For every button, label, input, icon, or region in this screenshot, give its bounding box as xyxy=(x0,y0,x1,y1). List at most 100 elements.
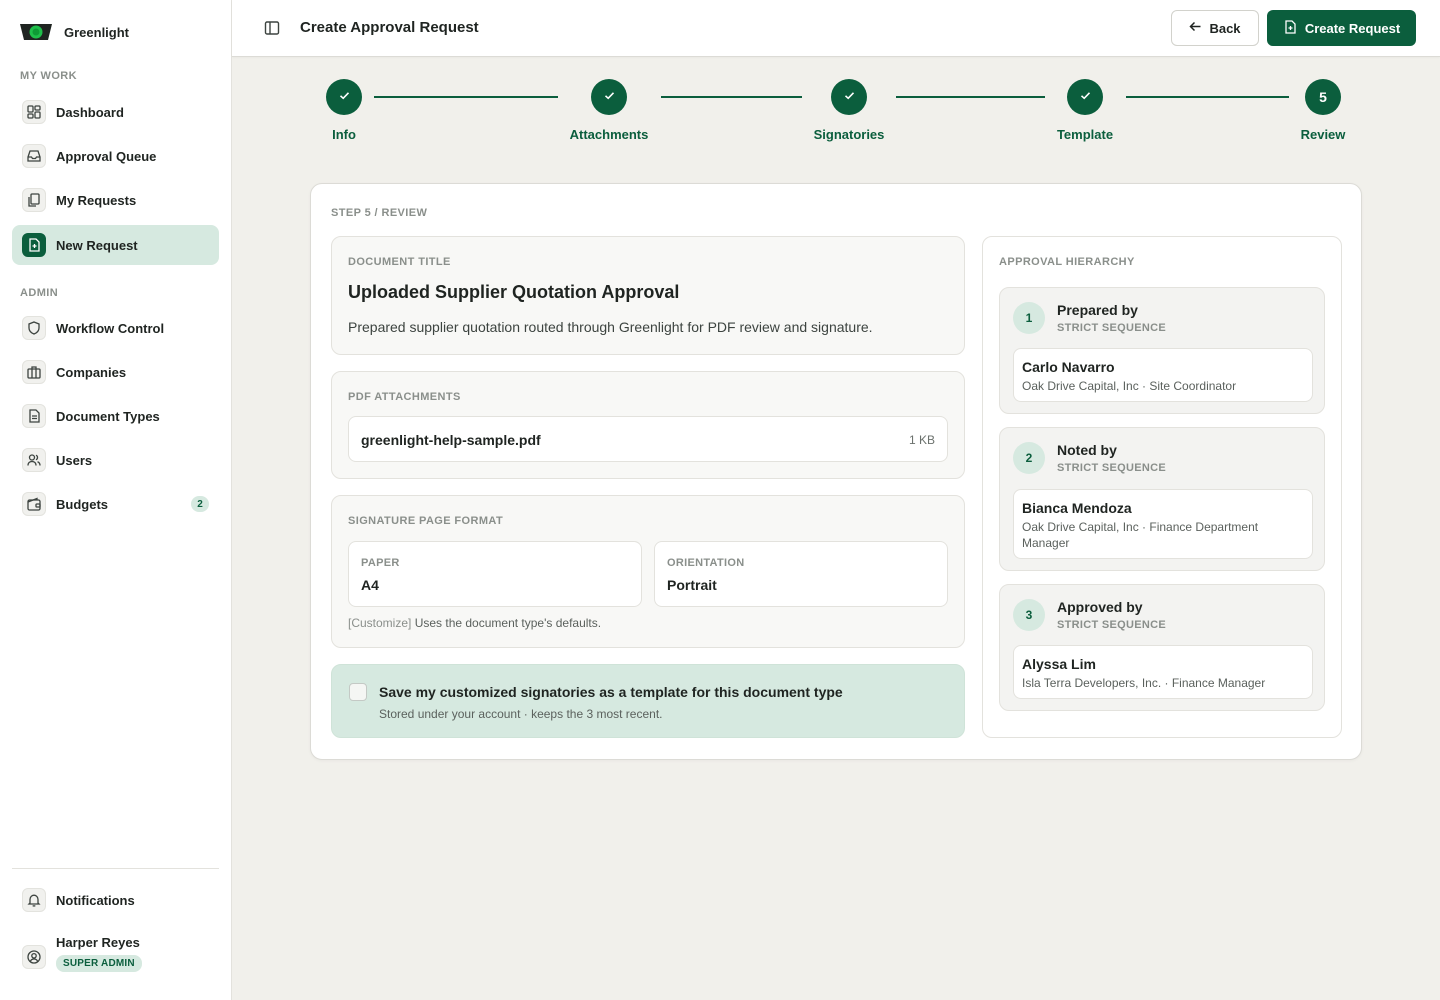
sidebar-item-label: New Request xyxy=(56,237,138,253)
tier-prepared-by: 1 Prepared by STRICT SEQUENCE Carlo Nava… xyxy=(999,287,1325,414)
check-icon xyxy=(338,89,351,105)
sidebar-item-label: My Requests xyxy=(56,192,137,208)
signer-card: Carlo Navarro Oak Drive Capital, Inc · S… xyxy=(1013,348,1313,402)
tier-noted-by: 2 Noted by STRICT SEQUENCE Bianca Mendoz… xyxy=(999,427,1325,571)
app-name: Greenlight xyxy=(64,24,130,40)
sidebar-item-workflow-control[interactable]: Workflow Control xyxy=(12,308,219,348)
sidebar-item-dashboard[interactable]: Dashboard xyxy=(12,92,219,132)
tier-title: Approved by xyxy=(1057,599,1143,615)
orientation-box: ORIENTATION Portrait xyxy=(654,541,948,607)
file-plus-icon xyxy=(1283,19,1297,37)
sidebar-item-label: Budgets xyxy=(56,496,108,512)
step-template-label[interactable]: Template xyxy=(1045,127,1125,142)
tier-title: Noted by xyxy=(1057,442,1117,458)
sidebar-item-companies[interactable]: Companies xyxy=(12,352,219,392)
step-connector xyxy=(1126,96,1289,98)
document-title: Uploaded Supplier Quotation Approval xyxy=(348,282,680,302)
user-avatar-icon xyxy=(22,944,46,969)
bell-icon xyxy=(22,888,46,912)
user-name: Harper Reyes xyxy=(56,935,140,950)
file-plus-icon xyxy=(22,233,46,257)
step-attachments-circle[interactable] xyxy=(591,79,627,115)
top-header: Create Approval Request Back Create Requ… xyxy=(232,0,1440,57)
create-request-button[interactable]: Create Request xyxy=(1267,10,1416,46)
shield-icon xyxy=(22,316,46,340)
sidebar-item-label: Dashboard xyxy=(56,104,124,120)
signer-card: Alyssa Lim Isla Terra Developers, Inc. ·… xyxy=(1013,645,1313,699)
arrow-left-icon xyxy=(1189,20,1202,36)
sidebar-item-document-types[interactable]: Document Types xyxy=(12,396,219,436)
step-attachments-label[interactable]: Attachments xyxy=(559,127,659,142)
user-role-badge: SUPER ADMIN xyxy=(56,955,142,972)
sidebar: Greenlight MY WORK Dashboard Approval Qu… xyxy=(0,0,232,1000)
step-review-circle[interactable]: 5 xyxy=(1305,79,1341,115)
step-info-circle[interactable] xyxy=(326,79,362,115)
file-text-icon xyxy=(22,404,46,428)
user-profile[interactable]: Harper Reyes SUPER ADMIN xyxy=(22,935,142,972)
tier-sequence: STRICT SEQUENCE xyxy=(1057,462,1167,474)
step-signatories-circle[interactable] xyxy=(831,79,867,115)
save-template-panel: Save my customized signatories as a temp… xyxy=(331,664,965,738)
paper-size-box: PAPER A4 xyxy=(348,541,642,607)
brand[interactable]: Greenlight xyxy=(20,18,129,46)
document-title-panel: DOCUMENT TITLE Uploaded Supplier Quotati… xyxy=(331,236,965,355)
sidebar-item-label: Document Types xyxy=(56,408,160,424)
attachment-row[interactable]: greenlight-help-sample.pdf 1 KB xyxy=(348,416,948,462)
signer-name: Alyssa Lim xyxy=(1022,656,1096,672)
format-note-text: Uses the document type's defaults. xyxy=(411,616,602,630)
signer-name: Carlo Navarro xyxy=(1022,359,1115,375)
step-breadcrumb: STEP 5 / REVIEW xyxy=(331,207,428,219)
signer-org: Oak Drive Capital, Inc · Finance Departm… xyxy=(1022,520,1259,550)
back-button[interactable]: Back xyxy=(1171,10,1259,46)
sidebar-item-budgets[interactable]: Budgets 2 xyxy=(12,484,219,524)
sidebar-toggle-icon[interactable] xyxy=(263,19,281,37)
format-note: [Customize] Uses the document type's def… xyxy=(348,616,601,630)
step-connector xyxy=(896,96,1045,98)
sidebar-item-label: Users xyxy=(56,452,93,468)
signer-org: Isla Terra Developers, Inc. · Finance Ma… xyxy=(1022,676,1266,690)
attachment-file-size: 1 KB xyxy=(908,433,935,447)
step-signatories-label[interactable]: Signatories xyxy=(799,127,899,142)
pdf-attachments-panel: PDF ATTACHMENTS greenlight-help-sample.p… xyxy=(331,371,965,479)
sidebar-item-my-requests[interactable]: My Requests xyxy=(12,180,219,220)
save-template-title[interactable]: Save my customized signatories as a temp… xyxy=(379,684,843,700)
step-template-circle[interactable] xyxy=(1067,79,1103,115)
building-icon xyxy=(22,360,46,384)
page-title: Create Approval Request xyxy=(300,19,479,36)
section-label-my-work: MY WORK xyxy=(20,70,77,82)
sidebar-item-notifications[interactable]: Notifications xyxy=(12,880,219,920)
document-title-label: DOCUMENT TITLE xyxy=(348,256,451,268)
sidebar-item-label: Companies xyxy=(56,364,127,380)
users-icon xyxy=(22,448,46,472)
sidebar-item-new-request[interactable]: New Request xyxy=(12,225,219,265)
wallet-icon xyxy=(22,492,46,516)
budgets-count-badge: 2 xyxy=(191,496,209,512)
sidebar-item-approval-queue[interactable]: Approval Queue xyxy=(12,136,219,176)
save-template-subtitle: Stored under your account · keeps the 3 … xyxy=(379,707,663,721)
pdf-attachments-label: PDF ATTACHMENTS xyxy=(348,391,461,403)
documents-icon xyxy=(22,188,46,212)
step-info-label[interactable]: Info xyxy=(314,127,374,142)
approval-hierarchy-label: APPROVAL HIERARCHY xyxy=(999,256,1135,268)
review-card: STEP 5 / REVIEW DOCUMENT TITLE Uploaded … xyxy=(310,183,1362,760)
user-info: Harper Reyes SUPER ADMIN xyxy=(56,935,142,972)
traffic-light-logo-icon xyxy=(20,21,52,43)
approval-hierarchy-panel: APPROVAL HIERARCHY 1 Prepared by STRICT … xyxy=(982,236,1342,738)
save-template-checkbox[interactable] xyxy=(349,683,367,701)
check-icon xyxy=(603,89,616,105)
check-icon xyxy=(843,89,856,105)
paper-label: PAPER xyxy=(361,557,400,569)
step-review-label[interactable]: Review xyxy=(1293,127,1353,142)
attachment-file-name: greenlight-help-sample.pdf xyxy=(361,432,541,448)
sidebar-item-users[interactable]: Users xyxy=(12,440,219,480)
tier-number: 1 xyxy=(1013,302,1045,334)
dashboard-icon xyxy=(22,100,46,124)
create-request-label: Create Request xyxy=(1304,20,1401,36)
tier-sequence: STRICT SEQUENCE xyxy=(1057,322,1167,334)
tier-number: 2 xyxy=(1013,442,1045,474)
sidebar-item-label: Notifications xyxy=(56,892,135,908)
sidebar-item-label: Approval Queue xyxy=(56,148,157,164)
step-connector xyxy=(374,96,558,98)
tier-approved-by: 3 Approved by STRICT SEQUENCE Alyssa Lim… xyxy=(999,584,1325,711)
customize-link[interactable]: [Customize] xyxy=(348,616,411,630)
